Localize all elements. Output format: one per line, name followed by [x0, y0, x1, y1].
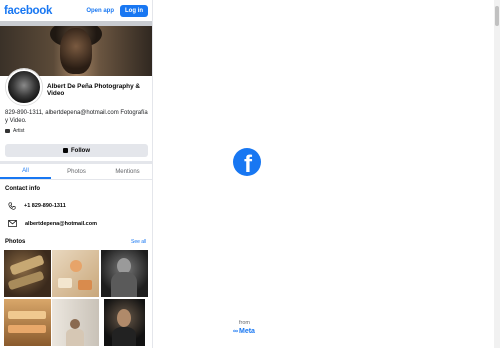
contact-phone-row[interactable]: +1 829-890-1311	[8, 202, 66, 210]
facebook-logo[interactable]: facebook	[4, 5, 52, 17]
contact-email: albertdepena@hotmail.com	[25, 220, 97, 227]
open-app-link[interactable]: Open app	[86, 8, 114, 14]
photo-thumbnail-5[interactable]	[52, 299, 99, 346]
meta-infinity-icon: ∞	[233, 328, 238, 335]
follow-button[interactable]: Follow	[5, 144, 148, 157]
page-title: Albert De Peña Photography & Video	[47, 83, 141, 97]
tab-all[interactable]: All	[0, 164, 51, 179]
mail-icon	[8, 220, 17, 227]
scrollbar-thumb[interactable]	[495, 6, 499, 26]
photo-thumbnail-6[interactable]	[104, 299, 145, 346]
photos-title: Photos	[5, 239, 26, 245]
follow-icon	[63, 148, 68, 153]
profile-tabs: All Photos Mentions	[0, 164, 152, 180]
top-bar: facebook Open app Log in	[0, 0, 152, 21]
top-bar-actions: Open app Log in	[86, 4, 148, 17]
mobile-page-panel: facebook Open app Log in Albert De Peña …	[0, 0, 153, 348]
phone-icon	[8, 202, 16, 210]
photo-thumbnail-3[interactable]	[101, 250, 148, 297]
see-all-photos-link[interactable]: See all	[131, 239, 146, 245]
page-description: 829-890-1311, albertdepena@hotmail.com F…	[5, 110, 148, 124]
from-label: from	[239, 320, 250, 326]
contact-email-row[interactable]: albertdepena@hotmail.com	[8, 220, 97, 227]
profile-avatar[interactable]	[6, 69, 42, 105]
page-scrollbar[interactable]	[494, 0, 500, 348]
facebook-app-icon: f	[233, 148, 261, 176]
tab-mentions[interactable]: Mentions	[102, 164, 152, 179]
login-button[interactable]: Log in	[120, 4, 148, 17]
photo-thumbnail-4[interactable]	[4, 299, 51, 346]
follow-label: Follow	[71, 147, 90, 154]
briefcase-icon	[5, 129, 10, 133]
photo-thumbnail-1[interactable]	[4, 250, 51, 297]
tab-photos[interactable]: Photos	[51, 164, 102, 179]
splash-area: f from ∞ Meta	[153, 0, 494, 348]
meta-logo: ∞ Meta	[233, 328, 255, 335]
category-label: Artist	[13, 128, 25, 134]
photo-thumbnail-2[interactable]	[52, 250, 99, 297]
meta-label: Meta	[239, 328, 255, 335]
contact-phone: +1 829-890-1311	[24, 203, 66, 209]
page-category: Artist	[5, 128, 24, 134]
contact-info-title: Contact info	[5, 186, 40, 192]
cover-subject-face	[60, 28, 92, 74]
